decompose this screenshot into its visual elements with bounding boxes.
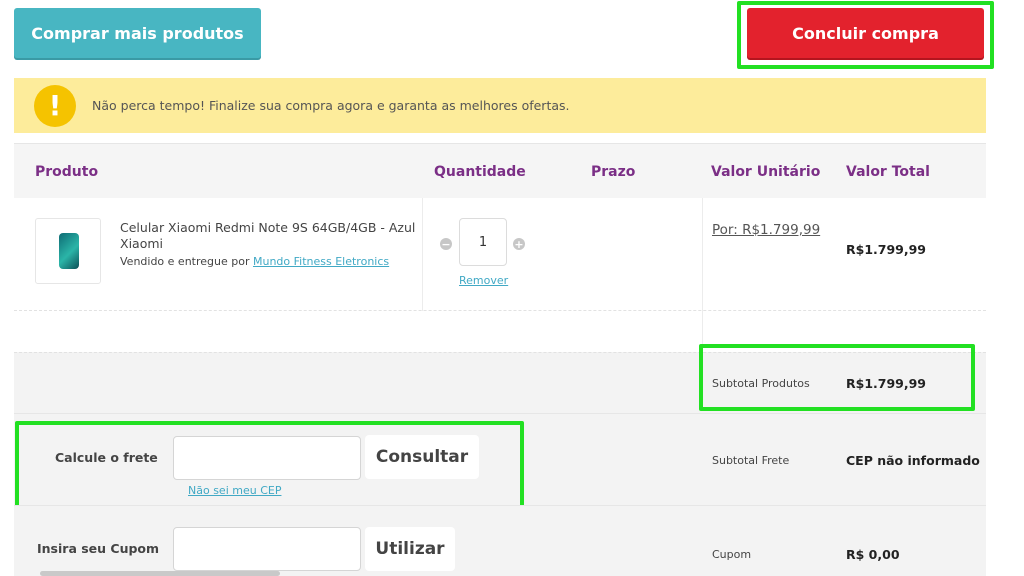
header-deadline: Prazo <box>591 164 636 180</box>
decrease-quantity-button[interactable]: − <box>440 238 452 250</box>
seller-link[interactable]: Mundo Fitness Eletronics <box>253 255 389 268</box>
horizontal-scrollbar[interactable] <box>40 571 280 576</box>
coupon-label: Insira seu Cupom <box>37 541 160 556</box>
product-thumbnail[interactable] <box>35 218 101 284</box>
coupon-input[interactable] <box>173 527 361 571</box>
warning-icon: ! <box>34 84 76 127</box>
header-quantity: Quantidade <box>434 164 526 180</box>
phone-image <box>59 233 79 269</box>
header-total-price: Valor Total <box>846 164 930 180</box>
cart-table-header: Produto Quantidade Prazo Valor Unitário … <box>14 143 986 198</box>
product-name[interactable]: Celular Xiaomi Redmi Note 9S 64GB/4GB - … <box>120 220 420 252</box>
coupon-summary-value: R$ 0,00 <box>846 547 900 562</box>
highlight-shipping-calculator <box>15 421 524 511</box>
continue-shopping-button[interactable]: Comprar mais produtos <box>14 8 261 58</box>
coupon-summary-label: Cupom <box>712 548 752 561</box>
apply-coupon-button[interactable]: Utilizar <box>365 527 455 571</box>
highlight-subtotal <box>699 344 975 411</box>
product-seller-line: Vendido e entregue por Mundo Fitness Ele… <box>120 255 389 268</box>
remove-item-link[interactable]: Remover <box>459 274 508 287</box>
highlight-finish-button <box>737 1 994 69</box>
coupon-row: Insira seu Cupom Utilizar Cupom R$ 0,00 <box>14 505 986 576</box>
column-divider <box>702 198 703 311</box>
subtotal-shipping-value: CEP não informado <box>846 453 980 468</box>
alert-banner: ! Não perca tempo! Finalize sua compra a… <box>14 78 986 133</box>
column-divider <box>422 198 423 311</box>
unit-price: Por: R$1.799,99 <box>712 222 821 238</box>
increase-quantity-button[interactable]: + <box>513 238 525 250</box>
header-unit-price: Valor Unitário <box>711 164 821 180</box>
item-total: R$1.799,99 <box>846 242 927 257</box>
alert-text: Não perca tempo! Finalize sua compra ago… <box>92 98 570 113</box>
subtotal-shipping-label: Subtotal Frete <box>712 454 790 467</box>
header-product: Produto <box>35 164 99 180</box>
quantity-input[interactable]: 1 <box>459 218 507 266</box>
sold-by-prefix: Vendido e entregue por <box>120 255 250 268</box>
